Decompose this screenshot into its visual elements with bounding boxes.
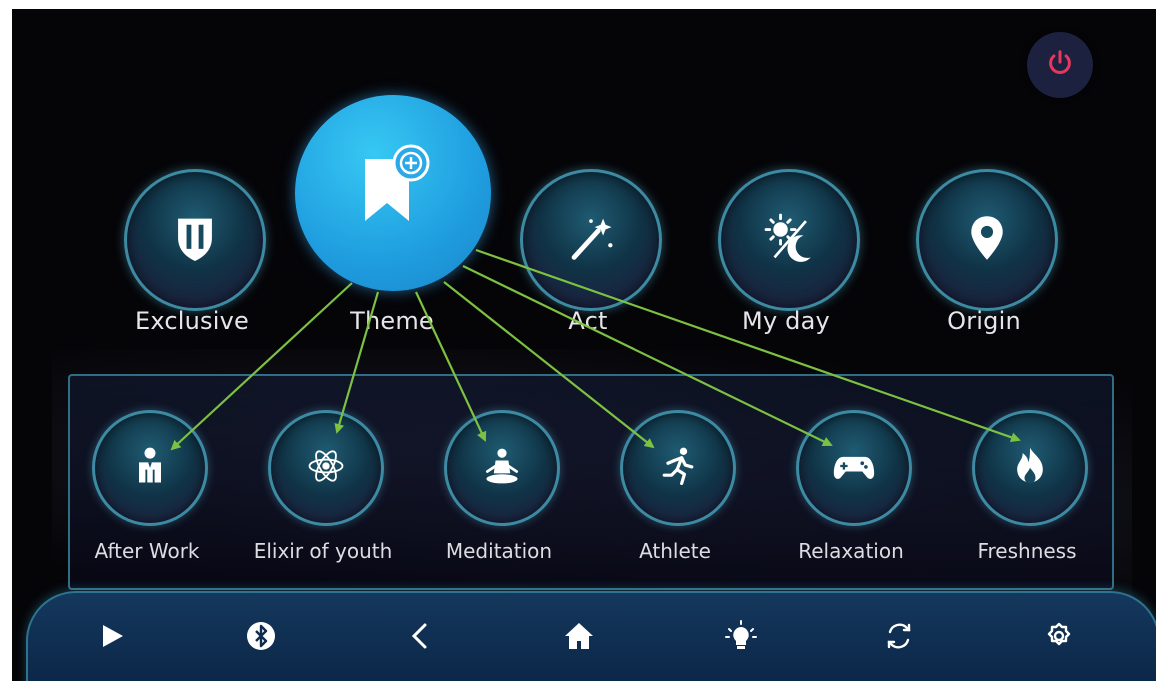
category-my-day-label: My day bbox=[742, 307, 830, 335]
category-act-label: Act bbox=[568, 307, 608, 335]
meditation-icon bbox=[480, 444, 524, 492]
sync-button[interactable] bbox=[876, 615, 922, 661]
theme-elixir-of-youth-button[interactable] bbox=[268, 410, 384, 526]
power-button[interactable] bbox=[1027, 32, 1093, 98]
category-act-button[interactable] bbox=[520, 169, 662, 311]
category-origin-button[interactable] bbox=[916, 169, 1058, 311]
theme-meditation-label: Meditation bbox=[445, 539, 553, 563]
category-origin-label: Origin bbox=[947, 307, 1021, 335]
theme-freshness-label: Freshness bbox=[977, 539, 1077, 563]
category-theme-button[interactable] bbox=[295, 95, 491, 291]
theme-relaxation-label: Relaxation bbox=[798, 539, 904, 563]
back-icon bbox=[405, 620, 437, 656]
theme-after-work-button[interactable] bbox=[92, 410, 208, 526]
location-pin-icon bbox=[958, 209, 1016, 271]
home-icon bbox=[563, 620, 595, 656]
theme-athlete-button[interactable] bbox=[620, 410, 736, 526]
runner-icon bbox=[656, 444, 700, 492]
theme-athlete-label: Athlete bbox=[639, 539, 711, 563]
day-night-icon bbox=[760, 209, 818, 271]
flame-icon bbox=[1008, 444, 1052, 492]
shield-icon bbox=[166, 209, 224, 271]
theme-after-work-label: After Work bbox=[94, 539, 200, 563]
bluetooth-icon bbox=[245, 620, 277, 656]
person-suit-icon bbox=[128, 444, 172, 492]
bookmark-add-icon bbox=[343, 141, 443, 245]
power-icon bbox=[1045, 48, 1075, 82]
app-screen: Exclusive Theme Act My day Origin After … bbox=[12, 9, 1156, 681]
light-bulb-icon bbox=[725, 620, 757, 656]
category-exclusive-button[interactable] bbox=[124, 169, 266, 311]
back-button[interactable] bbox=[398, 615, 444, 661]
play-button[interactable] bbox=[88, 615, 134, 661]
atom-icon bbox=[304, 444, 348, 492]
bluetooth-button[interactable] bbox=[238, 615, 284, 661]
settings-button[interactable] bbox=[1036, 615, 1082, 661]
play-icon bbox=[95, 620, 127, 656]
category-exclusive-label: Exclusive bbox=[135, 307, 249, 335]
theme-relaxation-button[interactable] bbox=[796, 410, 912, 526]
theme-elixir-of-youth-label: Elixir of youth bbox=[253, 539, 393, 563]
settings-icon bbox=[1043, 620, 1075, 656]
theme-meditation-button[interactable] bbox=[444, 410, 560, 526]
gamepad-icon bbox=[832, 444, 876, 492]
theme-freshness-button[interactable] bbox=[972, 410, 1088, 526]
home-button[interactable] bbox=[556, 615, 602, 661]
light-button[interactable] bbox=[718, 615, 764, 661]
sync-icon bbox=[883, 620, 915, 656]
category-theme-label: Theme bbox=[350, 307, 434, 335]
magic-wand-icon bbox=[562, 209, 620, 271]
category-my-day-button[interactable] bbox=[718, 169, 860, 311]
